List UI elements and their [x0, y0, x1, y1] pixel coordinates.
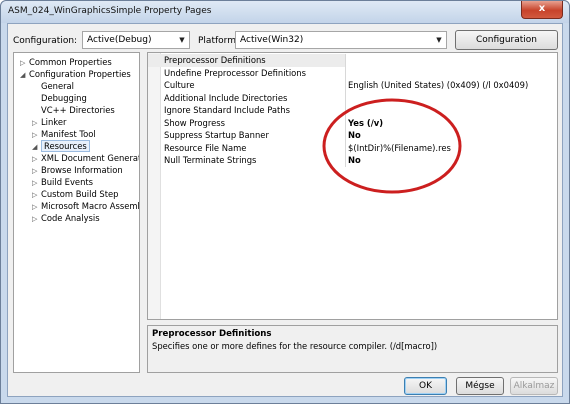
tree-item-build-events[interactable]: ▷ Build Events [32, 176, 93, 188]
tree-item-general[interactable]: General [32, 80, 74, 92]
tree-item-label: General [41, 81, 75, 91]
configuration-value: Active(Debug) [87, 35, 152, 45]
cancel-button[interactable]: Mégse [456, 377, 504, 395]
tree-item-xml-document-generator[interactable]: ▷ XML Document Generator [32, 152, 140, 164]
configuration-label: Configuration: [13, 36, 78, 46]
collapse-arrow-icon[interactable]: ◢ [20, 69, 29, 81]
platform-value: Active(Win32) [240, 35, 304, 45]
grid-row-culture[interactable]: Culture English (United States) (0x409) (… [148, 79, 557, 92]
tree-item-microsoft-macro-assembler[interactable]: ▷Microsoft Macro Assembler [32, 200, 139, 212]
property-value[interactable]: No [346, 129, 557, 142]
tree-item-label: Browse Information [41, 165, 123, 175]
tree-item-label: Build Events [41, 177, 94, 187]
tree-item-label: Custom Build Step [41, 189, 119, 199]
property-pages-window: ASM_024_WinGraphicsSimple Property Pages… [0, 0, 570, 404]
tree-item-common-properties[interactable]: ▷ Common Properties [20, 56, 112, 68]
property-value[interactable]: English (United States) (0x409) (/l 0x04… [346, 79, 557, 92]
tree-item-label: Microsoft Macro Assembler [41, 201, 139, 211]
property-name: Preprocessor Definitions [148, 54, 346, 67]
tree-item-label: Configuration Properties [29, 69, 131, 79]
tree-item-code-analysis[interactable]: ▷ Code Analysis [32, 212, 100, 224]
property-name: Undefine Preprocessor Definitions [148, 66, 346, 79]
property-value[interactable]: No [346, 154, 557, 167]
tree-item-label: Linker [41, 117, 67, 127]
property-name: Culture [148, 79, 346, 92]
chevron-down-icon: ▼ [436, 36, 442, 44]
grid-row-undefine-preprocessor-definitions[interactable]: Undefine Preprocessor Definitions [148, 66, 557, 80]
description-title: Preprocessor Definitions [152, 329, 272, 339]
tree-item-label: Debugging [41, 93, 87, 103]
close-button[interactable]: x [521, 1, 563, 19]
apply-button[interactable]: Alkalmaz [510, 377, 558, 395]
platform-dropdown[interactable]: Active(Win32) ▼ [235, 31, 447, 49]
dialog-client-area: Configuration: Active(Debug) ▼ Platform:… [7, 23, 563, 397]
description-panel: Preprocessor Definitions Specifies one o… [147, 325, 558, 373]
property-name: Resource File Name [148, 141, 346, 154]
description-text: Specifies one or more defines for the re… [152, 341, 438, 351]
chevron-down-icon: ▼ [179, 36, 185, 44]
tree-item-browse-information[interactable]: ▷ Browse Information [32, 164, 123, 176]
property-value[interactable]: $(IntDir)%(Filename).res [346, 142, 557, 155]
grid-row-null-terminate-strings[interactable]: Null Terminate Strings No [148, 154, 557, 167]
platform-label: Platform: [198, 36, 239, 46]
grid-row-resource-file-name[interactable]: Resource File Name $(IntDir)%(Filename).r… [148, 141, 557, 155]
tree-item-custom-build-step[interactable]: ▷ Custom Build Step [32, 188, 119, 200]
property-name: Suppress Startup Banner [148, 129, 346, 142]
tree-item-label: Resources [41, 140, 90, 152]
property-name: Additional Include Directories [148, 91, 346, 104]
configuration-dropdown[interactable]: Active(Debug) ▼ [82, 31, 190, 49]
property-name: Show Progress [148, 116, 346, 129]
grid-row-show-progress[interactable]: Show Progress Yes (/v) [148, 116, 557, 130]
window-title: ASM_024_WinGraphicsSimple Property Pages [8, 6, 212, 16]
tree-item-configuration-properties[interactable]: ◢ Configuration Properties [20, 68, 131, 80]
grid-row-ignore-standard-include-paths[interactable]: Ignore Standard Include Paths [148, 104, 557, 117]
expand-arrow-icon[interactable]: ▷ [32, 213, 41, 225]
grid-row-suppress-startup-banner[interactable]: Suppress Startup Banner No [148, 129, 557, 142]
property-value[interactable] [346, 67, 557, 80]
tree-item-linker[interactable]: ▷ Linker [32, 116, 66, 128]
property-value[interactable]: Yes (/v) [346, 117, 557, 130]
tree-item-debugging[interactable]: Debugging [32, 92, 87, 104]
tree-item-label: Manifest Tool [41, 129, 96, 139]
tree-item-label: VC++ Directories [41, 105, 115, 115]
property-name: Ignore Standard Include Paths [148, 104, 346, 117]
tree-item-label: Common Properties [29, 57, 112, 67]
title-bar: ASM_024_WinGraphicsSimple Property Pages… [1, 1, 569, 23]
property-name: Null Terminate Strings [148, 154, 346, 167]
property-tree: ▷ Common Properties ◢ Configuration Proper… [13, 52, 140, 373]
property-value[interactable] [346, 104, 557, 117]
tree-item-resources[interactable]: ◢ Resources [32, 140, 90, 152]
tree-item-label: Code Analysis [41, 213, 100, 223]
property-value[interactable] [346, 54, 557, 67]
property-value[interactable] [346, 92, 557, 105]
configuration-manager-button[interactable]: Configuration Manager... [455, 30, 558, 63]
tree-item-vc-directories[interactable]: VC++ Directories [32, 104, 115, 116]
property-grid: Preprocessor Definitions Undefine Prepro… [147, 52, 558, 320]
grid-row-additional-include-directories[interactable]: Additional Include Directories [148, 91, 557, 105]
tree-item-manifest-tool[interactable]: ▷ Manifest Tool [32, 128, 96, 140]
ok-button[interactable]: OK [404, 377, 447, 395]
tree-item-label: XML Document Generator [41, 153, 140, 163]
grid-row-preprocessor-definitions[interactable]: Preprocessor Definitions [148, 54, 557, 67]
